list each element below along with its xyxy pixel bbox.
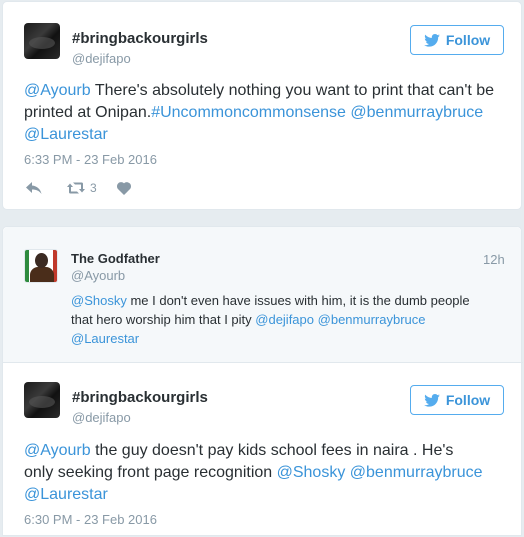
mention-link[interactable]: @Laurestar xyxy=(71,331,139,346)
avatar[interactable] xyxy=(24,382,60,418)
twitter-bird-icon xyxy=(424,393,440,407)
avatar[interactable] xyxy=(24,23,60,59)
timestamp[interactable]: 6:33 PM - 23 Feb 2016 xyxy=(24,152,157,167)
mention-link[interactable]: @dejifapo xyxy=(255,312,314,327)
user-handle[interactable]: @dejifapo xyxy=(72,410,131,425)
tweet-text: @Ayourb the guy doesn't pay kids school … xyxy=(24,440,484,506)
mention-link[interactable]: @benmurraybruce xyxy=(350,464,483,481)
mention-link[interactable]: @Ayourb xyxy=(24,82,91,99)
mention-link[interactable]: @Laurestar xyxy=(24,486,108,503)
retweet-icon[interactable] xyxy=(66,181,86,195)
display-name[interactable]: #bringbackourgirls xyxy=(72,389,208,406)
time-ago[interactable]: 12h xyxy=(483,252,505,267)
twitter-bird-icon xyxy=(424,33,440,47)
avatar-figure-body xyxy=(30,267,54,282)
mention-link[interactable]: @Shosky xyxy=(277,464,346,481)
tweet-actions: 3 xyxy=(26,181,131,195)
follow-label: Follow xyxy=(445,32,491,48)
follow-button[interactable]: Follow xyxy=(410,385,504,415)
heart-icon[interactable] xyxy=(116,181,131,195)
hashtag-link[interactable]: #Uncommoncommonsense xyxy=(151,104,346,121)
follow-button[interactable]: Follow xyxy=(410,25,504,55)
timestamp[interactable]: 6:30 PM - 23 Feb 2016 xyxy=(24,512,157,527)
avatar-figure-head xyxy=(35,253,48,268)
divider xyxy=(3,362,523,363)
mention-link[interactable]: @Laurestar xyxy=(24,126,108,143)
mention-link[interactable]: @benmurraybruce xyxy=(318,312,426,327)
follow-label: Follow xyxy=(445,392,491,408)
mention-link[interactable]: @benmurraybruce xyxy=(350,104,483,121)
display-name[interactable]: #bringbackourgirls xyxy=(72,30,208,47)
tweet-card-1: #bringbackourgirls @dejifapo Follow @Ayo… xyxy=(2,1,522,210)
tweet-text: @Ayourb There's absolutely nothing you w… xyxy=(24,80,504,146)
mention-link[interactable]: @Shosky xyxy=(71,293,127,308)
avatar[interactable] xyxy=(24,249,58,283)
display-name[interactable]: The Godfather xyxy=(71,251,160,266)
reply-arrow-icon[interactable] xyxy=(26,181,42,195)
avatar-flag-green xyxy=(25,250,29,282)
reply-text: @Shosky me I don't even have issues with… xyxy=(71,291,491,348)
mention-link[interactable]: @Ayourb xyxy=(24,442,91,459)
retweet-count: 3 xyxy=(90,181,97,195)
tweet-card-2: The Godfather @Ayourb 12h @Shosky me I d… xyxy=(2,226,523,536)
user-handle[interactable]: @dejifapo xyxy=(72,51,131,66)
user-handle[interactable]: @Ayourb xyxy=(71,268,125,283)
in-reply-to-tweet[interactable]: The Godfather @Ayourb 12h @Shosky me I d… xyxy=(3,227,521,362)
